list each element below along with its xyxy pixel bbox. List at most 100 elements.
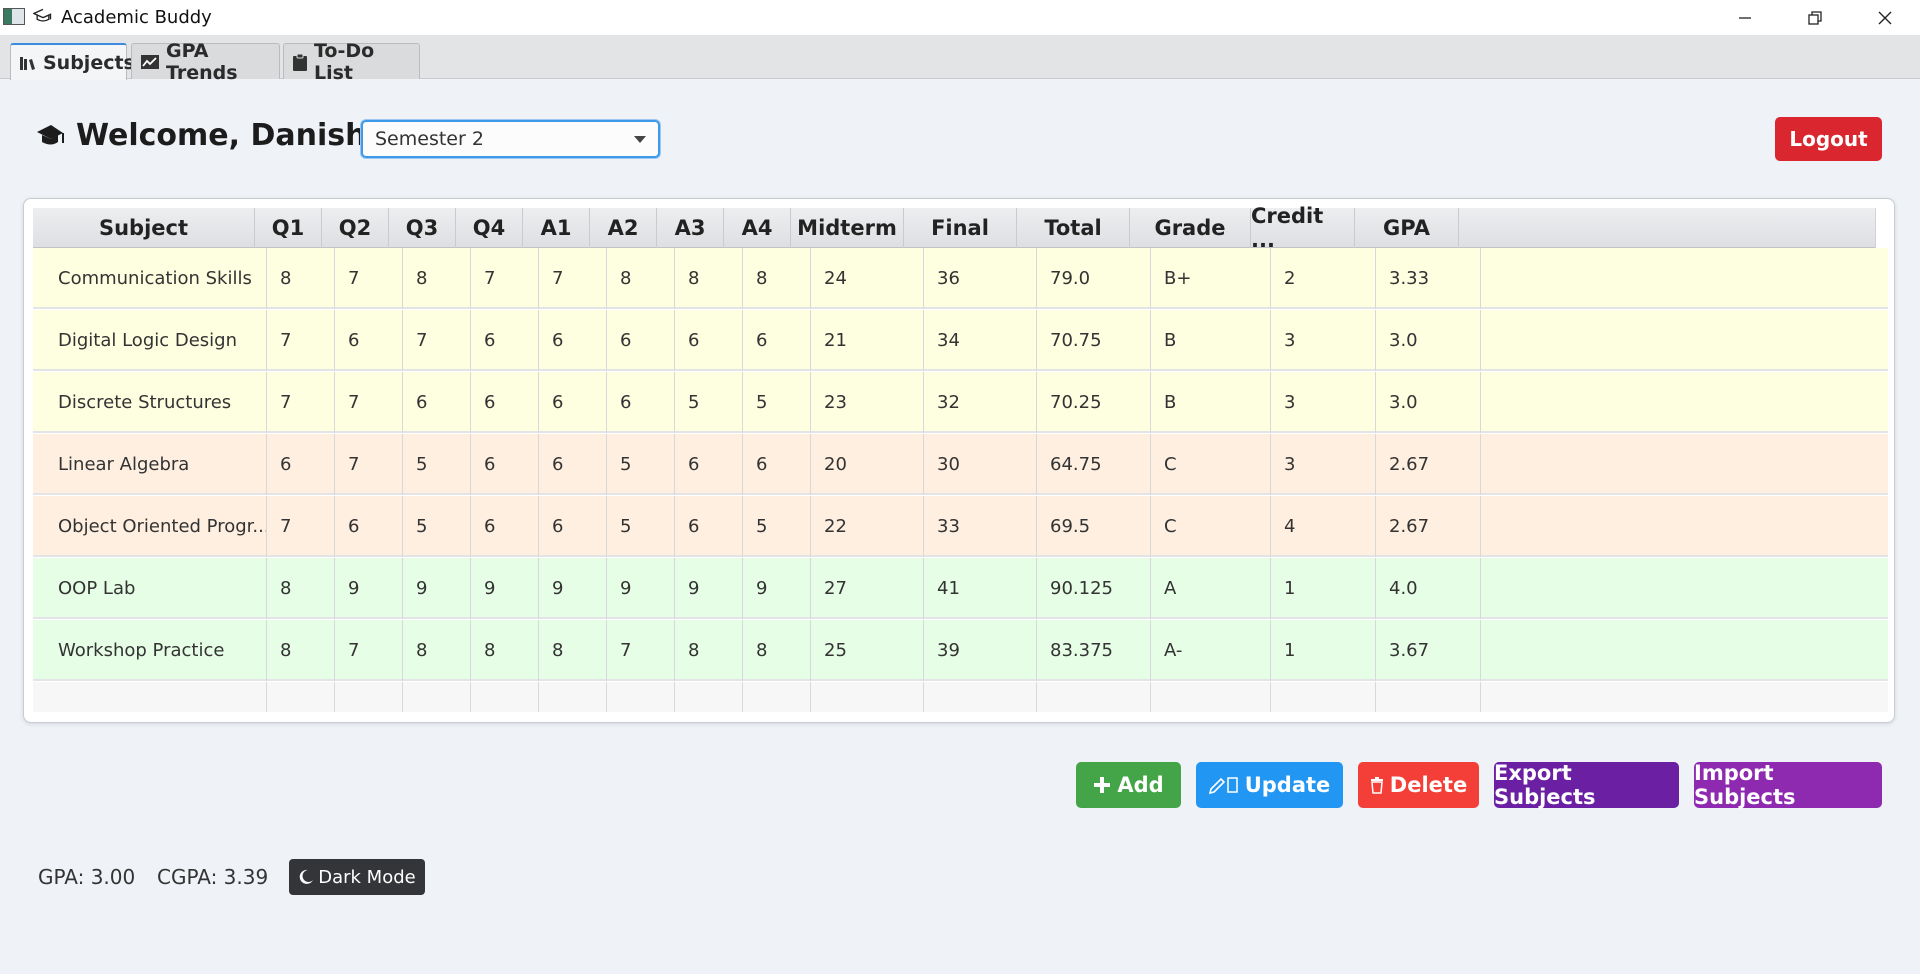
add-button[interactable]: Add <box>1076 762 1181 808</box>
cell-total: 70.25 <box>1037 372 1151 433</box>
close-button[interactable] <box>1850 0 1920 35</box>
cell-a1: 8 <box>539 620 607 681</box>
moon-icon <box>299 869 314 884</box>
update-button[interactable]: Update <box>1196 762 1343 808</box>
table-row[interactable]: Communication Skills 8 7 8 7 7 8 8 8 24 36 79.0 B+ 2 3… <box>33 248 1888 309</box>
cell-q3: 8 <box>403 248 471 309</box>
column-header-a1[interactable]: A1 <box>523 208 590 248</box>
cell-total: 64.75 <box>1037 434 1151 495</box>
cell-gpa: 2.67 <box>1376 496 1481 557</box>
cell-midterm: 22 <box>811 496 924 557</box>
table-row[interactable]: Discrete Structures 7 7 6 6 6 6 5 5 23 32 70.25 B 3 3.… <box>33 372 1888 433</box>
column-header-gpa[interactable]: GPA <box>1355 208 1459 248</box>
cell-grade: B <box>1151 372 1271 433</box>
restore-button[interactable] <box>1780 0 1850 35</box>
cell-a3: 6 <box>675 434 743 495</box>
logout-button[interactable]: Logout <box>1775 117 1882 161</box>
cell-q3: 8 <box>403 620 471 681</box>
empty-cell <box>607 682 675 712</box>
cell-subject: Discrete Structures <box>33 372 267 433</box>
cell-grade: A <box>1151 558 1271 619</box>
empty-cell <box>33 682 267 712</box>
tab-gpa-trends[interactable]: GPA Trends <box>131 40 280 84</box>
dark-mode-label: Dark Mode <box>318 866 416 888</box>
empty-cell <box>743 682 811 712</box>
cell-total: 79.0 <box>1037 248 1151 309</box>
cell-total: 69.5 <box>1037 496 1151 557</box>
column-header-q4[interactable]: Q4 <box>456 208 523 248</box>
table-row[interactable]: OOP Lab 8 9 9 9 9 9 9 9 27 41 90.125 A 1 4.0 <box>33 558 1888 619</box>
column-header-subject[interactable]: Subject <box>33 208 255 248</box>
table-header: Subject Q1 Q2 Q3 Q4 A1 A2 A3 A4 Midterm Final Total… <box>33 204 1888 252</box>
table-row[interactable]: Digital Logic Design 7 6 7 6 6 6 6 6 21 34 70.75 B 3 3… <box>33 310 1888 371</box>
cgpa-label: CGPA: 3.39 <box>157 865 269 889</box>
close-icon <box>1878 11 1892 24</box>
cell-a3: 6 <box>675 496 743 557</box>
empty-cell <box>811 682 924 712</box>
cell-subject: Workshop Practice <box>33 620 267 681</box>
tab-subjects-label: Subjects <box>43 51 135 74</box>
column-header-a2[interactable]: A2 <box>590 208 657 248</box>
column-header-midterm[interactable]: Midterm <box>791 208 904 248</box>
column-header-a4[interactable]: A4 <box>724 208 791 248</box>
cell-q4: 9 <box>471 558 539 619</box>
column-header-credit[interactable]: Credit ... <box>1251 204 1355 252</box>
cell-a3: 9 <box>675 558 743 619</box>
cell-credit: 1 <box>1271 558 1376 619</box>
cell-grade: C <box>1151 496 1271 557</box>
cell-gpa: 3.67 <box>1376 620 1481 681</box>
semester-select[interactable]: Semester 2 <box>361 120 660 158</box>
tab-bar: Subjects GPA Trends To-Do List <box>0 35 1920 84</box>
dark-mode-button[interactable]: Dark Mode <box>289 859 425 895</box>
cell-midterm: 21 <box>811 310 924 371</box>
empty-cell <box>675 682 743 712</box>
cell-a2: 7 <box>607 620 675 681</box>
cell-final: 32 <box>924 372 1037 433</box>
cell-a1: 6 <box>539 372 607 433</box>
cell-subject: Digital Logic Design <box>33 310 267 371</box>
export-subjects-button[interactable]: Export Subjects <box>1494 761 1679 809</box>
cell-gpa: 4.0 <box>1376 558 1481 619</box>
cell-q4: 6 <box>471 310 539 371</box>
minimize-button[interactable] <box>1710 0 1780 35</box>
empty-cell <box>1376 682 1481 712</box>
empty-cell <box>1037 682 1151 712</box>
cell-gpa: 3.33 <box>1376 248 1481 309</box>
semester-value: Semester 2 <box>375 128 484 150</box>
column-header-grade[interactable]: Grade <box>1130 208 1251 248</box>
tab-todo-list[interactable]: To-Do List <box>283 40 420 84</box>
column-header-q1[interactable]: Q1 <box>255 208 322 248</box>
app-icon <box>3 8 25 25</box>
table-row[interactable]: Workshop Practice 8 7 8 8 8 7 8 8 25 39 83.375 A- 1 3.… <box>33 620 1888 681</box>
cell-grade: C <box>1151 434 1271 495</box>
window-title: Academic Buddy <box>61 7 212 28</box>
cell-midterm: 27 <box>811 558 924 619</box>
title-bar: Academic Buddy <box>0 0 1920 35</box>
cell-credit: 4 <box>1271 496 1376 557</box>
cell-subject: Communication Skills <box>33 248 267 309</box>
column-header-total[interactable]: Total <box>1017 208 1130 248</box>
cell-total: 70.75 <box>1037 310 1151 371</box>
delete-button[interactable]: Delete <box>1358 762 1479 808</box>
column-header-q2[interactable]: Q2 <box>322 208 389 248</box>
tab-subjects[interactable]: Subjects <box>10 43 135 80</box>
cell-a3: 8 <box>675 248 743 309</box>
minimize-icon <box>1739 16 1751 19</box>
column-header-q3[interactable]: Q3 <box>389 208 456 248</box>
scrollbar-corner <box>1875 208 1888 248</box>
pencil-icon <box>1208 777 1238 794</box>
cell-q3: 5 <box>403 434 471 495</box>
import-subjects-button[interactable]: Import Subjects <box>1694 761 1882 809</box>
tab-todo-list-label: To-Do List <box>314 39 375 84</box>
cell-q2: 9 <box>335 558 403 619</box>
cell-final: 41 <box>924 558 1037 619</box>
graduation-cap-icon <box>33 8 52 22</box>
table-row[interactable]: Object Oriented Progr... 7 6 5 6 6 5 6 5 22 33 69.5… <box>33 496 1888 557</box>
column-header-a3[interactable]: A3 <box>657 208 724 248</box>
cell-q1: 8 <box>267 248 335 309</box>
cell-a4: 6 <box>743 310 811 371</box>
delete-label: Delete <box>1389 773 1468 797</box>
table-row[interactable]: Linear Algebra 6 7 5 6 6 5 6 6 20 30 64.75 C 3 2.67 <box>33 434 1888 495</box>
cell-q2: 6 <box>335 310 403 371</box>
column-header-final[interactable]: Final <box>904 208 1017 248</box>
